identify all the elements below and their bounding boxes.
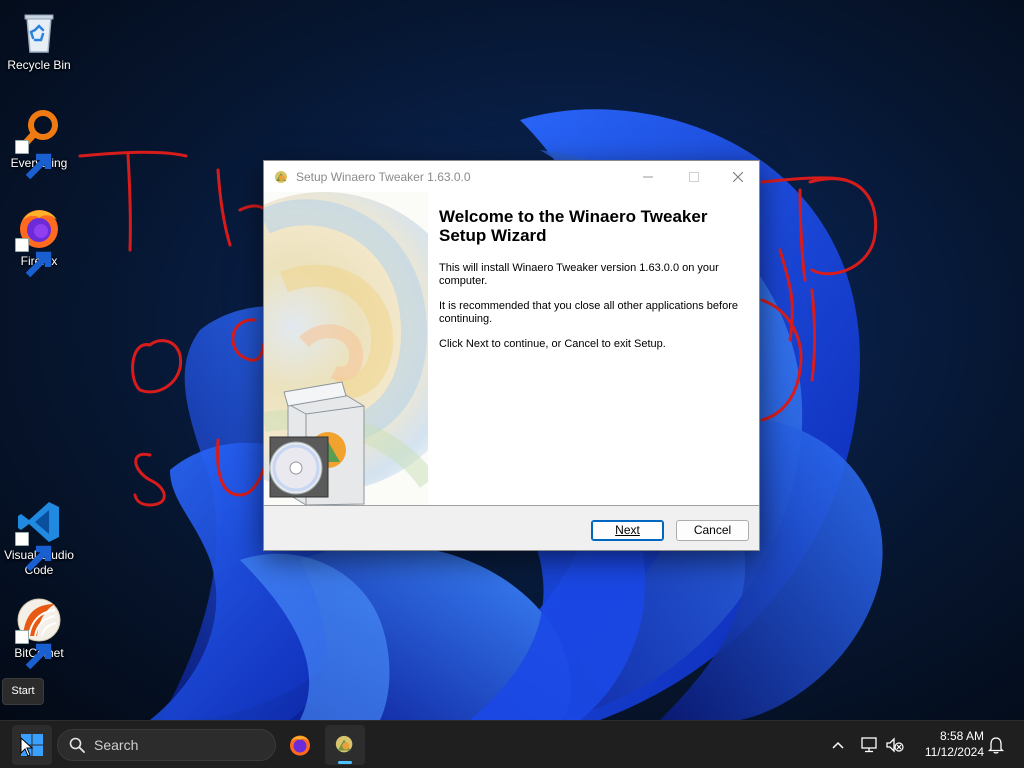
shortcut-arrow-icon bbox=[15, 238, 52, 278]
wizard-heading: Welcome to the Winaero Tweaker Setup Wiz… bbox=[439, 207, 708, 245]
minimize-button[interactable] bbox=[625, 161, 671, 192]
clock-date: 11/12/2024 bbox=[924, 745, 984, 759]
winaero-setup-icon bbox=[335, 735, 353, 753]
firefox-icon bbox=[290, 735, 310, 756]
shortcut-arrow-icon bbox=[15, 630, 52, 670]
volume-muted-icon bbox=[886, 737, 904, 753]
wizard-side-banner bbox=[264, 192, 428, 505]
notifications-button[interactable] bbox=[986, 735, 1006, 755]
close-button[interactable] bbox=[715, 161, 761, 192]
wizard-paragraph-install: This will install Winaero Tweaker versio… bbox=[439, 262, 719, 287]
show-hidden-icons-button[interactable] bbox=[828, 735, 848, 755]
chevron-up-icon bbox=[832, 741, 844, 749]
maximize-icon bbox=[689, 171, 699, 182]
desktop-icon-bitcomet[interactable]: BitComet bbox=[0, 592, 78, 670]
clock-time: 8:58 AM bbox=[939, 729, 984, 743]
winaero-setup-icon bbox=[275, 170, 287, 183]
search-placeholder: Search bbox=[94, 737, 139, 753]
close-icon bbox=[733, 171, 743, 182]
start-tooltip: Start bbox=[2, 678, 44, 705]
dialog-footer: Next Cancel bbox=[264, 506, 759, 550]
setup-wizard-dialog: Setup Winaero Tweaker 1.63.0.0 Welcome t… bbox=[263, 160, 760, 551]
maximize-button[interactable] bbox=[671, 161, 717, 192]
desktop-icon-firefox[interactable]: Firefox bbox=[0, 200, 78, 278]
desktop-icon-recycle-bin[interactable]: Recycle Bin bbox=[0, 4, 78, 82]
minimize-icon bbox=[643, 176, 653, 177]
taskbar-firefox-button[interactable] bbox=[280, 725, 320, 765]
recycle-bin-icon bbox=[24, 14, 54, 53]
network-icon bbox=[861, 737, 877, 753]
bell-icon bbox=[988, 737, 1004, 754]
taskbar-clock[interactable]: 8:58 AM 11/12/2024 bbox=[912, 728, 984, 760]
wizard-paragraph-instructions: Click Next to continue, or Cancel to exi… bbox=[439, 338, 666, 350]
cancel-button[interactable]: Cancel bbox=[676, 520, 749, 541]
dialog-title: Setup Winaero Tweaker 1.63.0.0 bbox=[296, 169, 471, 184]
desktop-icon-visual-studio-code[interactable]: Visual Studio Code bbox=[0, 494, 78, 584]
taskbar: Search 8:58 AM 11/12/2024 bbox=[0, 720, 1024, 768]
wizard-content: Welcome to the Winaero Tweaker Setup Wiz… bbox=[439, 192, 749, 351]
mouse-cursor-icon bbox=[20, 737, 34, 757]
taskbar-setup-button[interactable] bbox=[325, 725, 365, 765]
next-button[interactable]: Next bbox=[591, 520, 664, 541]
shortcut-arrow-icon bbox=[15, 140, 52, 180]
wizard-paragraph-recommend: It is recommended that you close all oth… bbox=[439, 300, 738, 325]
shortcut-arrow-icon bbox=[15, 532, 52, 572]
active-window-indicator bbox=[338, 761, 352, 764]
desktop-icon-everything[interactable]: Everything bbox=[0, 102, 78, 180]
volume-tray-button[interactable] bbox=[885, 735, 905, 755]
network-tray-button[interactable] bbox=[860, 735, 880, 755]
search-icon bbox=[69, 737, 85, 753]
desktop-icon-label: Recycle Bin bbox=[7, 58, 71, 72]
taskbar-search-box[interactable]: Search bbox=[57, 729, 276, 761]
dialog-titlebar[interactable]: Setup Winaero Tweaker 1.63.0.0 bbox=[264, 161, 759, 192]
